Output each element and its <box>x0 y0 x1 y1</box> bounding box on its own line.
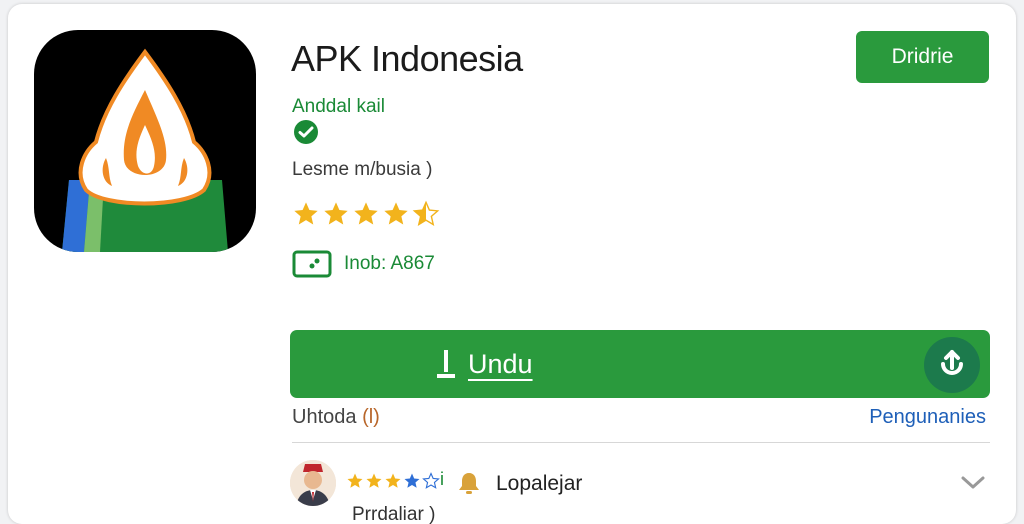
star-icon <box>354 202 378 225</box>
star-icon <box>294 202 318 225</box>
review-stars <box>346 472 440 490</box>
rating-stars <box>292 200 440 228</box>
star-icon <box>385 473 401 488</box>
share-button[interactable] <box>924 337 980 393</box>
developer-link[interactable]: Anddal kail <box>292 96 385 118</box>
star-icon <box>347 473 363 488</box>
avatar <box>290 460 336 506</box>
star-icon <box>366 473 382 488</box>
privacy-link[interactable]: Pengunanies <box>869 406 986 429</box>
age-rating: Inob: A867 <box>292 250 435 278</box>
share-icon <box>941 350 963 375</box>
check-circle-icon <box>293 119 319 145</box>
chevron-down-icon[interactable] <box>960 474 986 497</box>
divider <box>292 442 990 443</box>
review-separator: i <box>440 469 444 489</box>
reviewer-name: Lopalejar <box>496 472 583 495</box>
review-item[interactable]: i Lopalejar Prrdaliar ) <box>290 458 990 524</box>
app-category: Lesme m/busia ) <box>292 159 433 180</box>
app-card: APK Indonesia Anddal kail Lesme m/busia … <box>8 4 1016 524</box>
updated-label: Uhtoda <box>292 406 357 428</box>
download-label: Undu <box>468 348 533 379</box>
star-icon <box>404 473 420 488</box>
app-title: APK Indonesia <box>291 38 523 79</box>
download-button[interactable]: Undu <box>290 330 990 398</box>
age-label: Inob: A867 <box>344 253 435 274</box>
star-icon <box>324 202 348 225</box>
star-icon <box>384 202 408 225</box>
star-icon <box>422 472 440 489</box>
updated-count: (l) <box>362 406 380 428</box>
review-subtext: Prrdaliar ) <box>352 504 436 524</box>
rating-badge-icon <box>292 250 332 278</box>
app-icon <box>34 30 256 252</box>
half-star-icon <box>412 200 440 226</box>
top-action-button[interactable]: Dridrie <box>856 31 989 83</box>
bell-icon <box>456 470 482 501</box>
updated-info: Uhtoda (l) <box>292 406 380 429</box>
download-arrow-icon <box>437 350 455 378</box>
